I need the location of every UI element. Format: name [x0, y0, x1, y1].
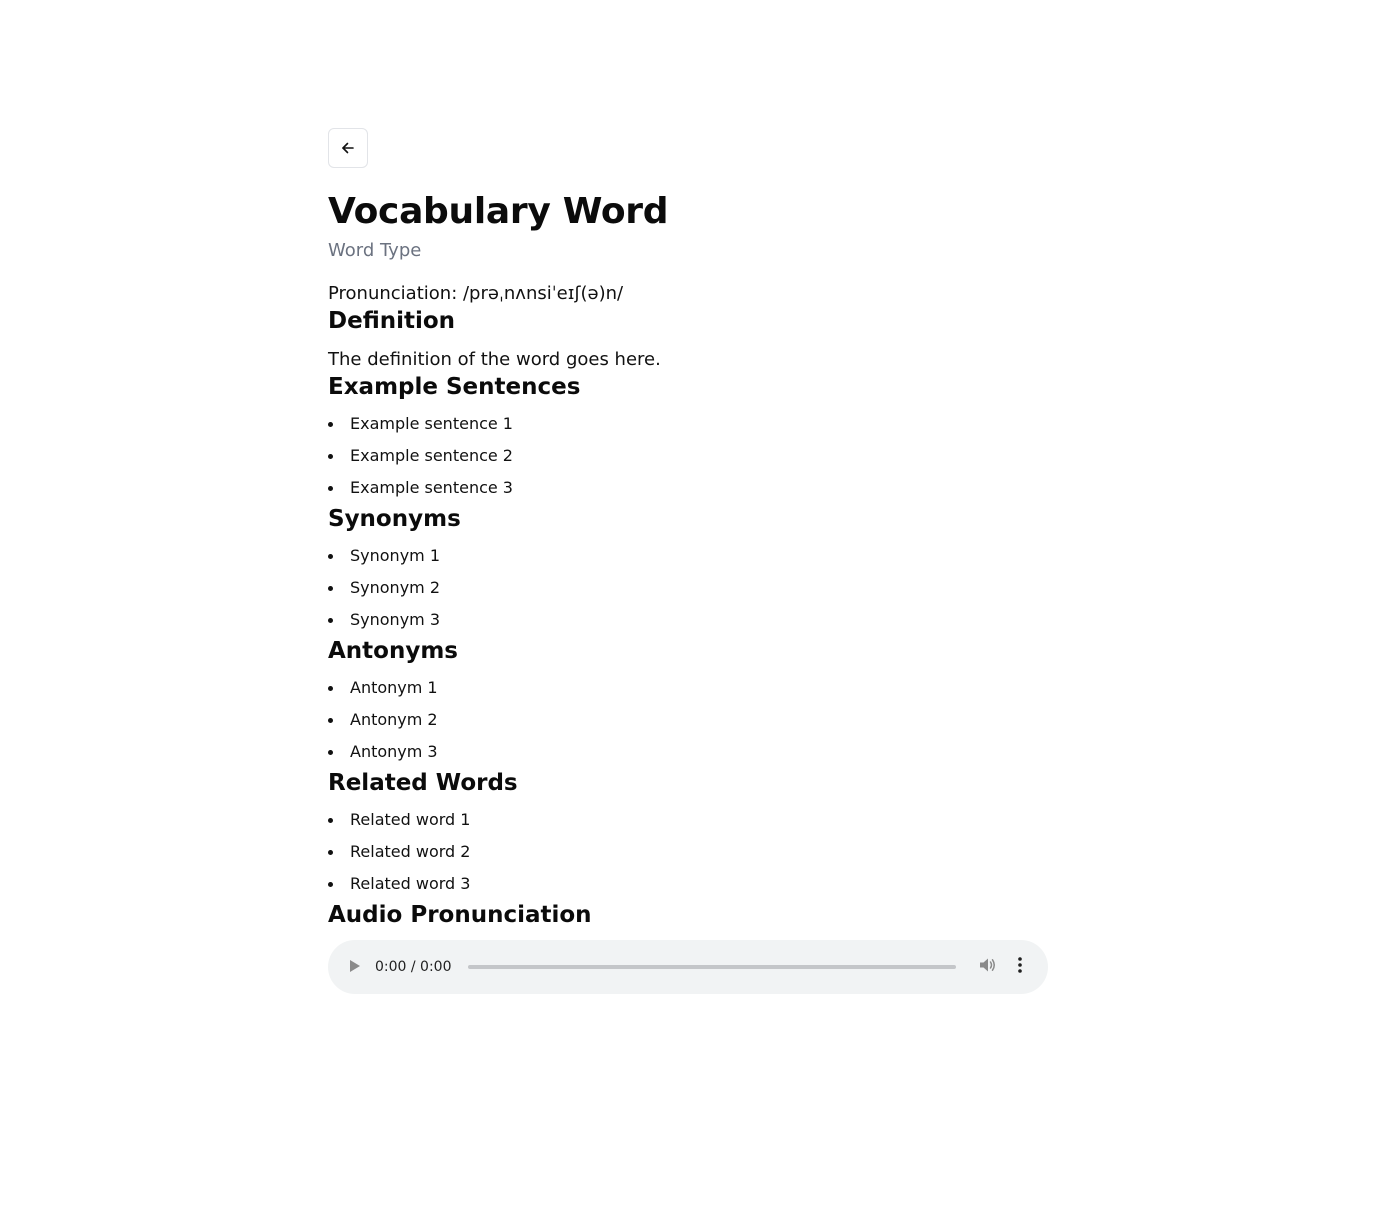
list-item: Antonym 1: [328, 672, 1048, 704]
list-item: Synonym 3: [328, 604, 1048, 636]
synonyms-heading: Synonyms: [328, 506, 461, 532]
audio-pronunciation-heading: Audio Pronunciation: [328, 902, 592, 928]
related-words-heading: Related Words: [328, 770, 518, 796]
list-item: Synonym 1: [328, 540, 1048, 572]
related-words-list: Related word 1 Related word 2 Related wo…: [328, 804, 1048, 900]
word-detail-page: Vocabulary Word Word Type Pronunciation:…: [328, 128, 1048, 994]
word-type: Word Type: [328, 240, 422, 261]
play-button[interactable]: [348, 958, 362, 977]
list-item: Antonym 3: [328, 736, 1048, 768]
list-item: Synonym 2: [328, 572, 1048, 604]
list-item: Example sentence 2: [328, 440, 1048, 472]
list-item: Antonym 2: [328, 704, 1048, 736]
back-button[interactable]: [328, 128, 368, 168]
audio-time: 0:00 / 0:00: [375, 959, 452, 975]
list-item: Example sentence 3: [328, 472, 1048, 504]
word-title: Vocabulary Word: [328, 191, 669, 232]
pronunciation-text: Pronunciation: /prəˌnʌnsiˈeɪʃ(ə)n/: [328, 283, 624, 304]
more-options-button[interactable]: [1010, 957, 1030, 977]
antonyms-list: Antonym 1 Antonym 2 Antonym 3: [328, 672, 1048, 768]
definition-heading: Definition: [328, 308, 456, 334]
audio-player: 0:00 / 0:00: [328, 940, 1048, 994]
volume-icon: [979, 957, 997, 977]
arrow-left-icon: [341, 141, 355, 155]
list-item: Related word 1: [328, 804, 1048, 836]
antonyms-heading: Antonyms: [328, 638, 458, 664]
volume-button[interactable]: [978, 957, 998, 977]
definition-text: The definition of the word goes here.: [328, 349, 661, 370]
list-item: Related word 3: [328, 868, 1048, 900]
more-vertical-icon: [1018, 957, 1022, 977]
play-icon: [349, 958, 361, 977]
list-item: Example sentence 1: [328, 408, 1048, 440]
audio-progress-bar[interactable]: [467, 965, 956, 969]
list-item: Related word 2: [328, 836, 1048, 868]
synonyms-list: Synonym 1 Synonym 2 Synonym 3: [328, 540, 1048, 636]
examples-list: Example sentence 1 Example sentence 2 Ex…: [328, 408, 1048, 504]
examples-heading: Example Sentences: [328, 374, 581, 400]
